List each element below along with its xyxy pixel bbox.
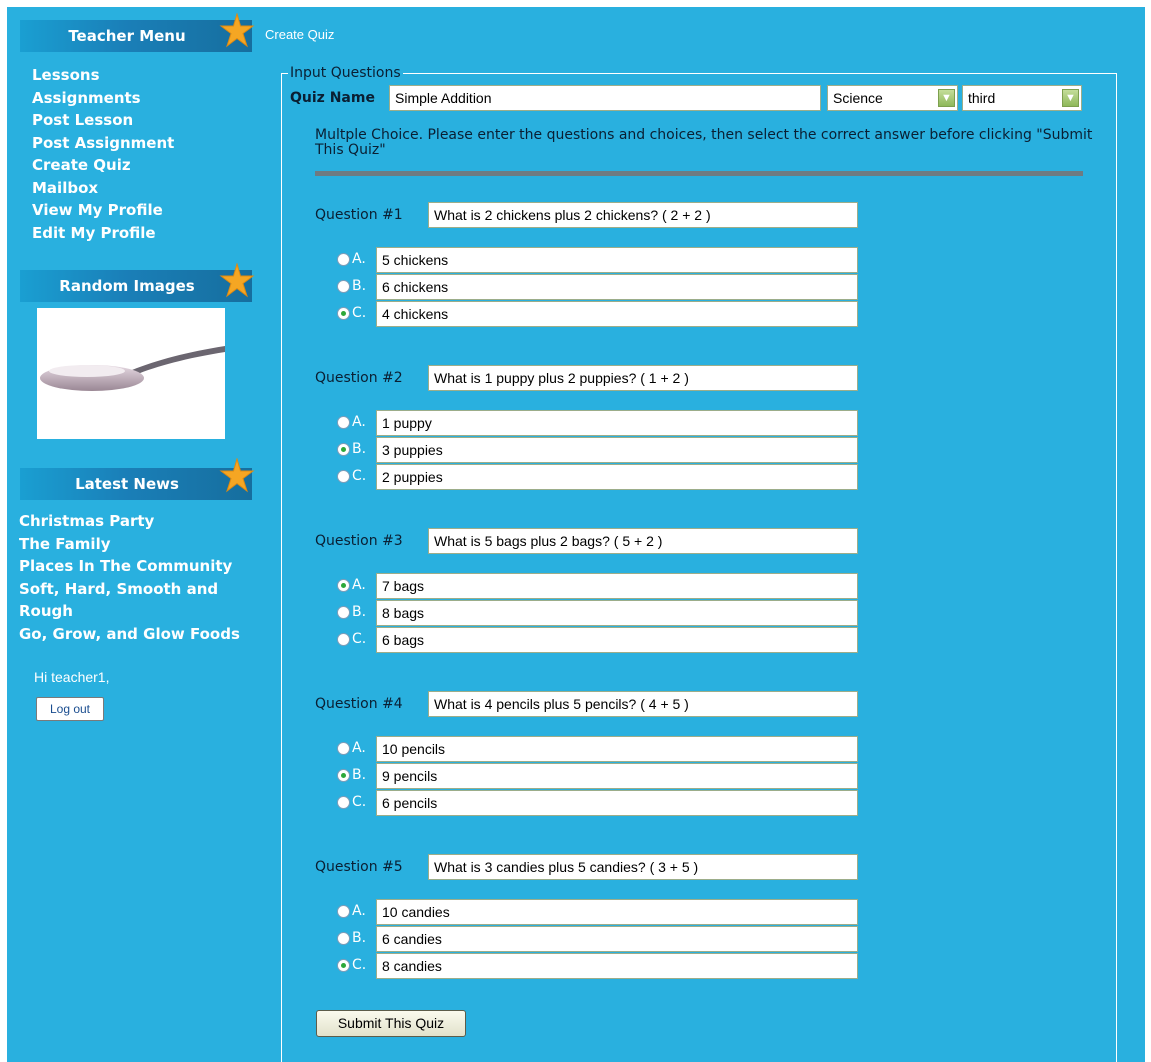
choice-letter: A.: [352, 740, 366, 756]
choice-letter: B.: [352, 767, 367, 783]
choice-letter: A.: [352, 577, 366, 593]
question-text-input[interactable]: What is 3 candies plus 5 candies? ( 3 + …: [428, 854, 858, 880]
choice-input[interactable]: 8 candies: [376, 953, 858, 979]
latest-news-header: Latest News: [20, 468, 252, 500]
grade-select-value: third: [968, 90, 996, 106]
question-label: Question #5: [315, 859, 403, 875]
choice-letter: C.: [352, 957, 367, 973]
teacher-menu: Lessons Assignments Post Lesson Post Ass…: [32, 64, 174, 244]
news-item[interactable]: Christmas Party: [19, 510, 254, 533]
fieldset-legend: Input Questions: [290, 65, 401, 81]
starfish-icon: [219, 263, 255, 298]
greeting: Hi teacher1,: [34, 669, 110, 685]
answer-radio[interactable]: [337, 742, 350, 755]
menu-item-post-lesson[interactable]: Post Lesson: [32, 109, 174, 132]
menu-item-edit-profile[interactable]: Edit My Profile: [32, 222, 174, 245]
choice-letter: B.: [352, 441, 367, 457]
answer-radio[interactable]: [337, 416, 350, 429]
choice-letter: C.: [352, 305, 367, 321]
choice-input[interactable]: 9 pencils: [376, 763, 858, 789]
question-text-input[interactable]: What is 2 chickens plus 2 chickens? ( 2 …: [428, 202, 858, 228]
answer-radio[interactable]: [337, 307, 350, 320]
answer-radio[interactable]: [337, 470, 350, 483]
choice-letter: C.: [352, 794, 367, 810]
answer-radio[interactable]: [337, 253, 350, 266]
question-label: Question #1: [315, 207, 403, 223]
logout-button[interactable]: Log out: [36, 697, 104, 721]
menu-item-create-quiz[interactable]: Create Quiz: [32, 154, 174, 177]
menu-item-assignments[interactable]: Assignments: [32, 87, 174, 110]
choice-input[interactable]: 3 puppies: [376, 437, 858, 463]
question-label: Question #2: [315, 370, 403, 386]
choice-letter: B.: [352, 278, 367, 294]
choice-input[interactable]: 6 candies: [376, 926, 858, 952]
instructions-text: Multple Choice. Please enter the questio…: [315, 127, 1093, 158]
starfish-icon: [219, 458, 255, 493]
breadcrumb: Create Quiz: [265, 27, 335, 42]
news-item[interactable]: Places In The Community: [19, 555, 254, 578]
choice-input[interactable]: 4 chickens: [376, 301, 858, 327]
chevron-down-icon: ▼: [1062, 89, 1079, 107]
news-item[interactable]: The Family: [19, 533, 254, 556]
spoon-image: [40, 346, 225, 391]
choice-input[interactable]: 6 chickens: [376, 274, 858, 300]
question-text-input[interactable]: What is 4 pencils plus 5 pencils? ( 4 + …: [428, 691, 858, 717]
random-images-title: Random Images: [59, 277, 195, 295]
choice-letter: A.: [352, 251, 366, 267]
grade-select[interactable]: third ▼: [962, 85, 1082, 111]
subject-select-value: Science: [833, 90, 883, 106]
answer-radio[interactable]: [337, 280, 350, 293]
answer-radio[interactable]: [337, 606, 350, 619]
teacher-menu-title: Teacher Menu: [68, 27, 186, 45]
menu-item-lessons[interactable]: Lessons: [32, 64, 174, 87]
random-images-header: Random Images: [20, 270, 252, 302]
teacher-menu-header: Teacher Menu: [20, 20, 252, 52]
question-text-input[interactable]: What is 1 puppy plus 2 puppies? ( 1 + 2 …: [428, 365, 858, 391]
choice-input[interactable]: 6 bags: [376, 627, 858, 653]
question-label: Question #3: [315, 533, 403, 549]
menu-item-view-profile[interactable]: View My Profile: [32, 199, 174, 222]
choice-input[interactable]: 6 pencils: [376, 790, 858, 816]
choice-input[interactable]: 7 bags: [376, 573, 858, 599]
news-list: Christmas Party The Family Places In The…: [19, 510, 254, 645]
chevron-down-icon: ▼: [938, 89, 955, 107]
choice-input[interactable]: 10 candies: [376, 899, 858, 925]
page: Teacher Menu Lessons Assignments Post Le…: [7, 7, 1145, 1062]
choice-input[interactable]: 1 puppy: [376, 410, 858, 436]
choice-input[interactable]: 2 puppies: [376, 464, 858, 490]
subject-select[interactable]: Science ▼: [827, 85, 958, 111]
answer-radio[interactable]: [337, 959, 350, 972]
news-item[interactable]: Go, Grow, and Glow Foods: [19, 623, 254, 646]
choice-letter: C.: [352, 468, 367, 484]
answer-radio[interactable]: [337, 905, 350, 918]
random-image-spoon[interactable]: [37, 308, 225, 439]
answer-radio[interactable]: [337, 633, 350, 646]
answer-radio[interactable]: [337, 579, 350, 592]
divider: [315, 171, 1083, 176]
answer-radio[interactable]: [337, 932, 350, 945]
choice-input[interactable]: 8 bags: [376, 600, 858, 626]
answer-radio[interactable]: [337, 769, 350, 782]
question-label: Question #4: [315, 696, 403, 712]
latest-news-title: Latest News: [75, 475, 179, 493]
news-item[interactable]: Soft, Hard, Smooth and Rough: [19, 578, 254, 623]
answer-radio[interactable]: [337, 443, 350, 456]
starfish-icon: [219, 13, 255, 48]
choice-letter: B.: [352, 604, 367, 620]
choice-letter: A.: [352, 414, 366, 430]
menu-item-mailbox[interactable]: Mailbox: [32, 177, 174, 200]
submit-quiz-button[interactable]: Submit This Quiz: [316, 1010, 466, 1037]
choice-letter: A.: [352, 903, 366, 919]
quiz-name-input[interactable]: Simple Addition: [389, 85, 821, 111]
choice-input[interactable]: 10 pencils: [376, 736, 858, 762]
menu-item-post-assignment[interactable]: Post Assignment: [32, 132, 174, 155]
choice-input[interactable]: 5 chickens: [376, 247, 858, 273]
question-text-input[interactable]: What is 5 bags plus 2 bags? ( 5 + 2 ): [428, 528, 858, 554]
choice-letter: C.: [352, 631, 367, 647]
quiz-name-label: Quiz Name: [290, 90, 375, 106]
choice-letter: B.: [352, 930, 367, 946]
answer-radio[interactable]: [337, 796, 350, 809]
